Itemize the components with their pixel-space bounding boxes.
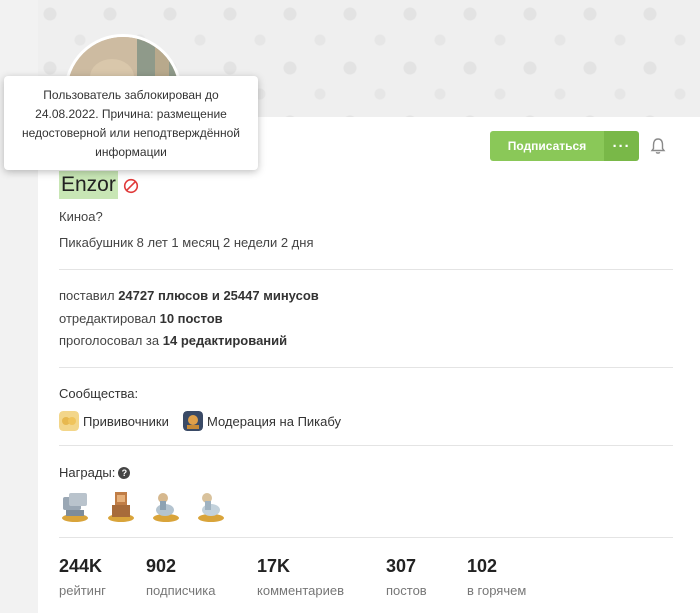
minuses-count[interactable]: 25447 [223, 288, 259, 303]
subscribe-group: Подписаться ··· [490, 131, 639, 161]
activity-label: проголосовал за [59, 333, 160, 348]
voted-word: редактирований [180, 333, 288, 348]
award-icon[interactable] [196, 489, 226, 523]
activity-edited-line: отредактировал 10 постов [59, 311, 223, 326]
communities-title: Сообщества: [59, 386, 139, 401]
more-options-button[interactable]: ··· [604, 131, 639, 161]
award-icon[interactable] [151, 489, 181, 523]
award-icon[interactable] [106, 489, 136, 523]
community-icon [59, 411, 79, 431]
stat-subscribers-label[interactable]: подписчика [146, 583, 215, 598]
ban-tooltip-text: Пользователь заблокирован до 24.08.2022.… [21, 88, 241, 159]
activity-voted-line: проголосовал за 14 редактирований [59, 333, 287, 348]
stat-hot-label[interactable]: в горячем [467, 583, 526, 598]
edited-posts-link[interactable]: 10 постов [160, 311, 223, 326]
stat-posts-value[interactable]: 307 [386, 556, 416, 577]
stat-hot-value[interactable]: 102 [467, 556, 497, 577]
and-word: и [211, 288, 220, 303]
stat-rating-value: 244K [59, 556, 103, 576]
activity-label: поставил [59, 288, 115, 303]
subscribe-button[interactable]: Подписаться [490, 131, 604, 161]
community-label: Прививочники [83, 413, 169, 429]
user-tenure: Пикабушник 8 лет 1 месяц 2 недели 2 дня [59, 235, 314, 250]
stat-subscribers-value[interactable]: 902 [146, 556, 176, 577]
banned-icon[interactable] [123, 178, 139, 194]
username: Enzor [59, 171, 118, 199]
divider [59, 445, 673, 446]
pluses-count[interactable]: 24727 [118, 288, 154, 303]
award-icon[interactable] [60, 489, 90, 523]
divider [59, 269, 673, 270]
community-item[interactable]: Модерация на Пикабу [183, 411, 341, 431]
minuses-word: минусов [263, 288, 319, 303]
activity-pluses-line: поставил 24727 плюсов и 25447 минусов [59, 288, 319, 303]
stat-rating-label: рейтинг [59, 583, 106, 598]
community-icon [183, 411, 203, 431]
stat-comments-label[interactable]: комментариев [257, 583, 344, 598]
community-item[interactable]: Прививочники [59, 411, 169, 431]
help-icon[interactable]: ? [118, 467, 131, 479]
stat-posts-label[interactable]: постов [386, 583, 427, 598]
awards-title-row: Награды:? [59, 465, 131, 480]
activity-label: отредактировал [59, 311, 156, 326]
ban-tooltip: Пользователь заблокирован до 24.08.2022.… [4, 76, 258, 170]
bell-icon[interactable] [650, 137, 666, 155]
pluses-word: плюсов [157, 288, 209, 303]
community-label: Модерация на Пикабу [207, 413, 342, 429]
divider [59, 367, 673, 368]
awards-title: Награды: [59, 465, 116, 480]
voted-count[interactable]: 14 [163, 333, 177, 348]
stat-comments-value[interactable]: 17K [257, 556, 290, 577]
user-bio: Киноа? [59, 209, 103, 224]
divider [59, 537, 673, 538]
